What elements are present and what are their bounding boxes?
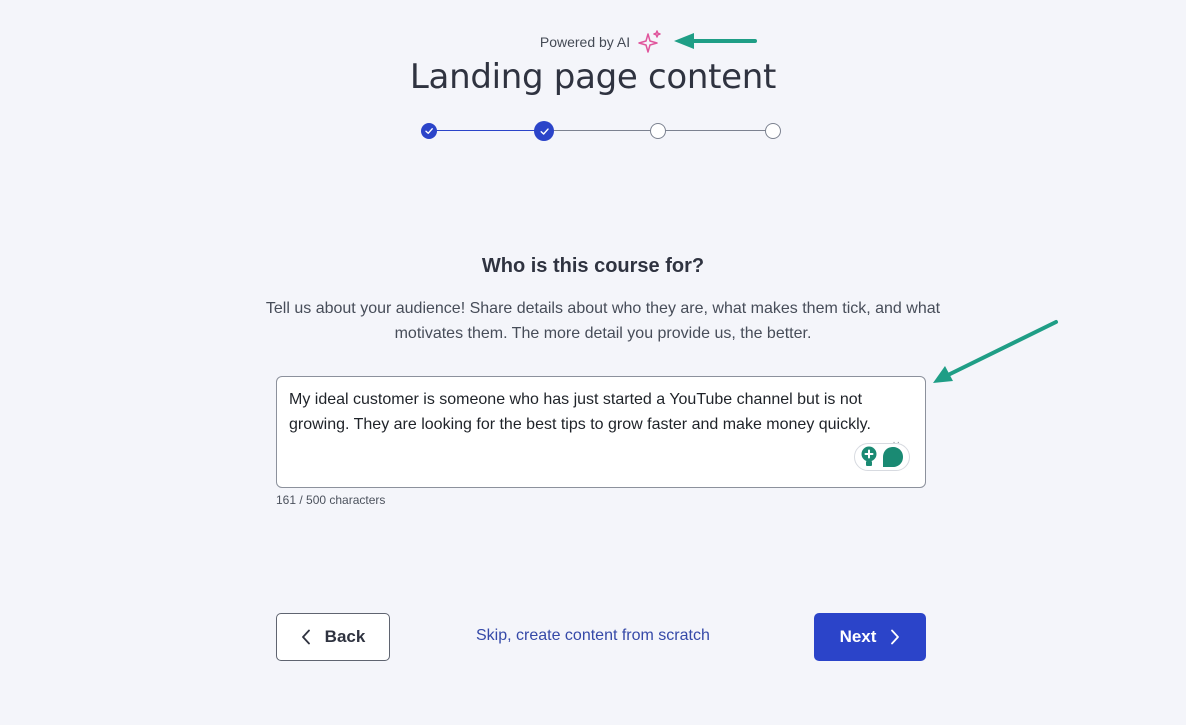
question-description: Tell us about your audience! Share detai… xyxy=(265,300,941,342)
step-3-incomplete xyxy=(650,123,666,139)
audience-textarea-value[interactable]: My ideal customer is someone who has jus… xyxy=(289,391,871,433)
question-heading: Who is this course for? xyxy=(481,255,705,277)
annotation-arrow-textarea xyxy=(933,320,1058,383)
progress-stepper xyxy=(418,120,784,142)
sparkle-icon xyxy=(638,30,662,54)
more-dots-icon[interactable]: ·· xyxy=(892,438,901,448)
back-button[interactable]: Back xyxy=(276,613,390,661)
powered-by-label: Powered by AI xyxy=(539,34,631,50)
lightbulb-icon[interactable] xyxy=(860,446,878,468)
step-1-completed xyxy=(421,123,437,139)
next-button[interactable]: Next xyxy=(814,613,926,661)
back-button-label[interactable]: Back xyxy=(325,627,366,647)
check-icon xyxy=(539,127,549,135)
stepper-line-3 xyxy=(658,130,773,131)
character-count: 161 / 500 characters xyxy=(276,493,386,507)
step-4-incomplete xyxy=(765,123,781,139)
skip-create-from-scratch-link[interactable]: Skip, create content from scratch xyxy=(476,627,710,645)
writing-assistant-icon[interactable] xyxy=(881,446,905,468)
page-title: Landing page content xyxy=(409,57,777,97)
check-icon xyxy=(425,128,433,134)
audience-textarea[interactable]: My ideal customer is someone who has jus… xyxy=(276,376,926,488)
stepper-line-2 xyxy=(544,130,658,131)
step-2-current xyxy=(534,121,554,141)
chevron-right-icon xyxy=(891,629,900,645)
stepper-line-1 xyxy=(429,130,544,131)
next-button-label[interactable]: Next xyxy=(840,627,877,647)
chevron-left-icon xyxy=(301,629,310,645)
annotation-arrows xyxy=(674,33,1058,383)
powered-by-ai: Powered by AI xyxy=(0,30,1186,54)
writing-assistant-widget[interactable]: ·· xyxy=(854,438,910,471)
